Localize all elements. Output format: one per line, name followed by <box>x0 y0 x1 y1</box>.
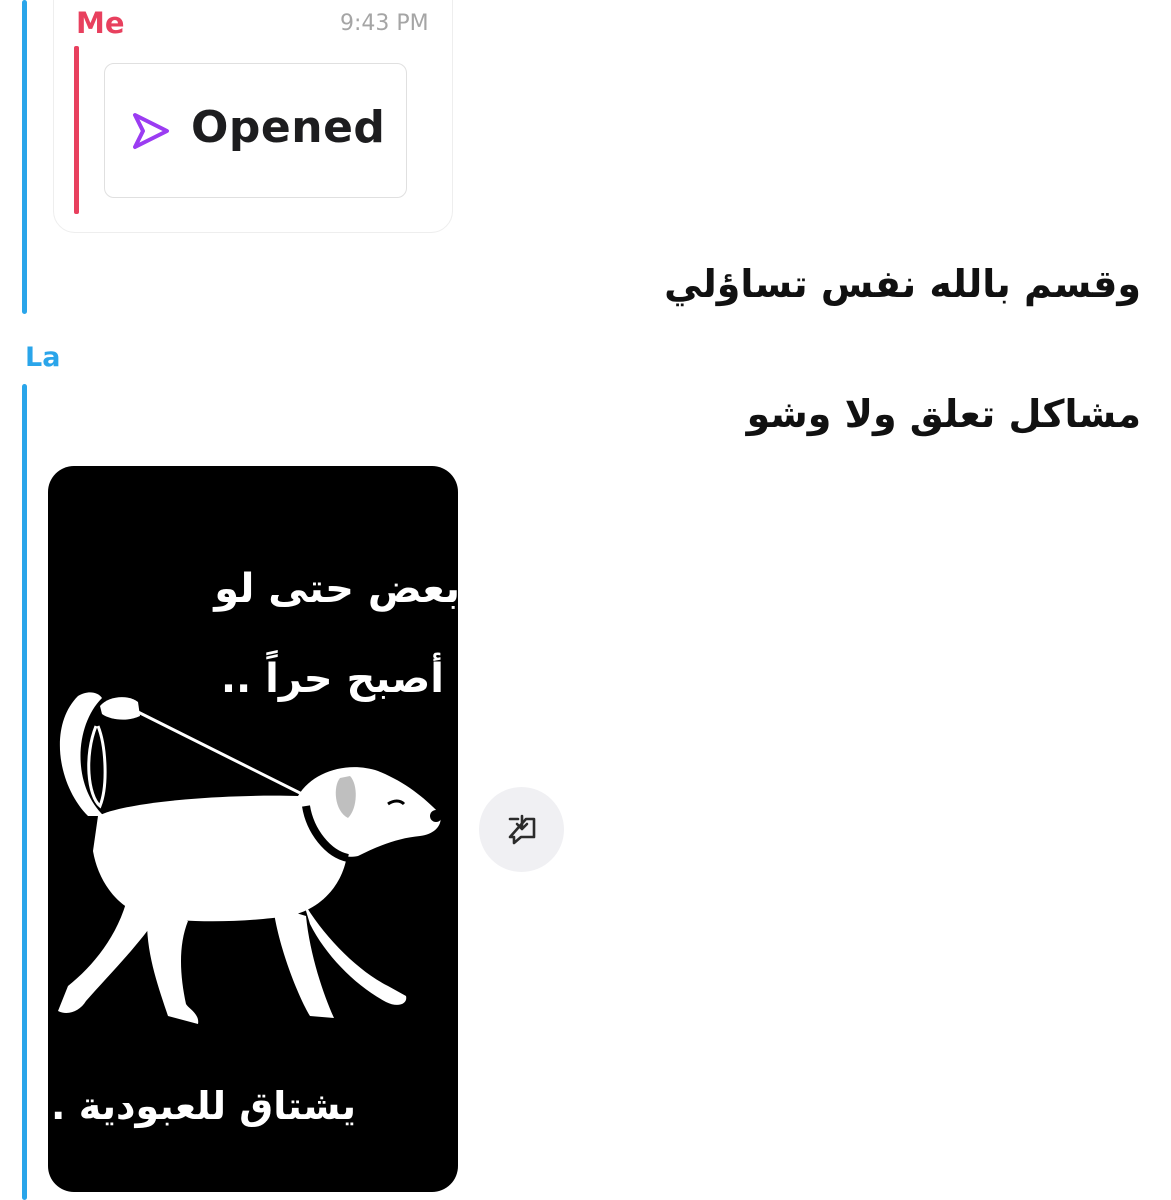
dog-on-leash-illustration <box>58 692 442 1024</box>
image-caption-line: يشتاق للعبودية . <box>51 1084 356 1128</box>
sender-label-me: Me <box>76 6 125 40</box>
save-image-button[interactable] <box>479 787 564 872</box>
sent-arrow-icon <box>133 113 169 149</box>
me-accent-bar <box>74 46 79 214</box>
chat-message: وقسم بالله نفس تساؤلي <box>664 262 1141 306</box>
chat-message: مشاكل تعلق ولا وشو <box>746 392 1141 436</box>
sender-label-other: La <box>25 342 61 373</box>
thread-bar-bottom <box>22 384 27 1200</box>
shared-image[interactable]: بعض حتى لو أصبح حراً .. يشتاق للعبودية . <box>48 466 458 1192</box>
thread-bar-top <box>22 0 27 314</box>
image-caption-line: بعض حتى لو <box>214 566 458 612</box>
save-to-chat-icon <box>508 814 535 844</box>
timestamp: 9:43 PM <box>340 11 429 36</box>
opened-label: Opened <box>191 102 386 153</box>
snap-opened-status[interactable]: Opened <box>104 63 407 198</box>
